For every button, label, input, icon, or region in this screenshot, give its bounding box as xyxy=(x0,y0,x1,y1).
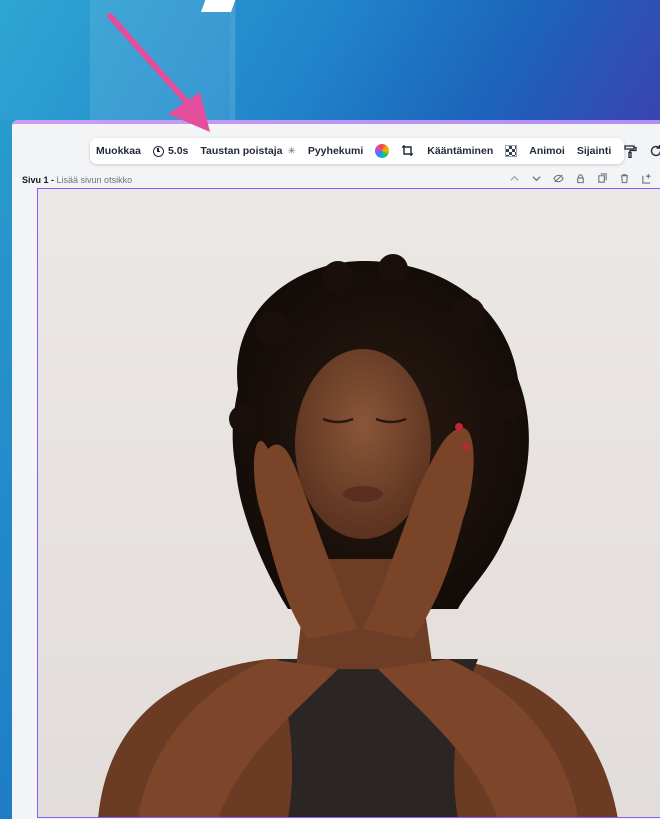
portrait-photo[interactable] xyxy=(38,189,660,818)
pointer-arrow-annotation xyxy=(107,13,210,132)
position-label: Sijainti xyxy=(576,145,612,157)
rotate-icon xyxy=(651,145,660,157)
duplicate-icon[interactable] xyxy=(597,173,608,184)
color-wheel-icon xyxy=(375,144,390,158)
page-title-area[interactable]: Sivu 1 - Lisää sivun otsikko xyxy=(22,175,132,185)
edit-button[interactable]: Muokkaa xyxy=(90,138,147,164)
design-canvas[interactable] xyxy=(37,188,660,818)
position-button[interactable]: Sijainti xyxy=(571,138,617,164)
sparkle-icon: ✳ xyxy=(287,145,296,157)
page-header: Sivu 1 - Lisää sivun otsikko xyxy=(12,172,660,188)
animate-button[interactable]: Animoi xyxy=(523,138,571,164)
editor-window: Muokkaa 5.0s Taustan poistaja ✳ Pyyhekum… xyxy=(12,120,660,819)
transparency-icon xyxy=(505,145,518,157)
eraser-button[interactable]: Pyyhekumi xyxy=(302,138,369,164)
flip-label: Kääntäminen xyxy=(427,145,494,157)
add-page-icon[interactable] xyxy=(641,173,652,184)
background-remover-label: Taustan poistaja xyxy=(200,145,283,157)
animate-label: Animoi xyxy=(529,145,565,157)
page-actions xyxy=(509,173,652,184)
eraser-label: Pyyhekumi xyxy=(307,145,364,157)
hide-page-icon[interactable] xyxy=(553,173,564,184)
background-remover-button[interactable]: Taustan poistaja ✳ xyxy=(194,138,301,164)
page-title-placeholder: Lisää sivun otsikko xyxy=(56,175,133,185)
crop-button[interactable] xyxy=(395,138,421,164)
transparency-button[interactable] xyxy=(499,138,523,164)
page-number: Sivu 1 - xyxy=(22,175,55,185)
clock-icon xyxy=(152,145,164,157)
duration-label: 5.0s xyxy=(167,145,189,157)
chevron-up-icon[interactable] xyxy=(509,173,520,184)
flip-button[interactable]: Kääntäminen xyxy=(421,138,499,164)
replace-button[interactable] xyxy=(643,138,660,164)
trash-icon[interactable] xyxy=(619,173,630,184)
decorative-line xyxy=(230,0,236,120)
copy-style-button[interactable] xyxy=(617,138,643,164)
context-toolbar: Muokkaa 5.0s Taustan poistaja ✳ Pyyhekum… xyxy=(90,138,660,164)
color-adjust-button[interactable] xyxy=(369,138,395,164)
paint-roller-icon xyxy=(624,145,637,158)
crop-icon xyxy=(402,145,414,156)
chevron-down-icon[interactable] xyxy=(531,173,542,184)
lock-icon[interactable] xyxy=(575,173,586,184)
duration-button[interactable]: 5.0s xyxy=(147,138,194,164)
edit-button-label: Muokkaa xyxy=(96,145,141,157)
